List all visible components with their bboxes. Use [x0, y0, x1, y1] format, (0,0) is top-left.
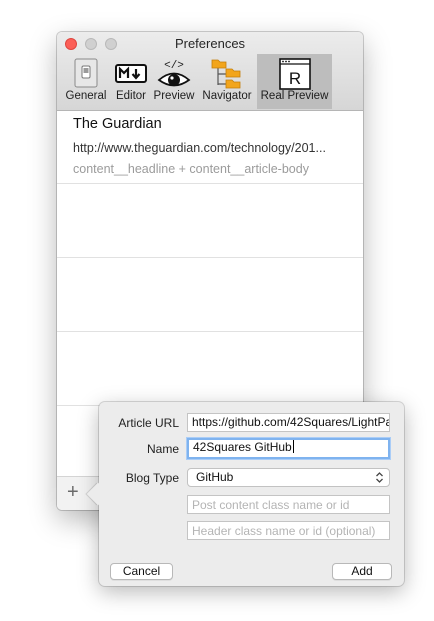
- blog-type-value: GitHub: [196, 470, 234, 484]
- title-bar: Preferences General Editor </> Preview N…: [57, 32, 363, 111]
- markdown-icon: [115, 57, 147, 94]
- site-title: The Guardian: [73, 116, 162, 132]
- general-switch-icon: [71, 57, 101, 94]
- tab-real-preview[interactable]: R Real Preview: [257, 54, 332, 109]
- blog-type-select[interactable]: GitHub: [187, 468, 390, 487]
- article-url-label: Article URL: [118, 416, 179, 430]
- add-button[interactable]: Add: [332, 563, 392, 580]
- tab-preview-label: Preview: [153, 90, 195, 102]
- empty-row: [57, 258, 363, 332]
- blog-type-label: Blog Type: [125, 471, 179, 485]
- up-down-arrows-icon: [376, 472, 383, 483]
- tab-real-preview-label: Real Preview: [260, 90, 329, 102]
- empty-row: [57, 332, 363, 406]
- post-class-field[interactable]: [187, 495, 390, 514]
- tab-navigator-label: Navigator: [202, 90, 252, 102]
- tab-editor-label: Editor: [115, 90, 147, 102]
- tab-editor[interactable]: Editor: [111, 54, 151, 109]
- tab-general[interactable]: General: [61, 54, 111, 109]
- add-site-button[interactable]: +: [67, 481, 79, 503]
- tab-preview[interactable]: </> Preview: [151, 54, 197, 109]
- svg-text:R: R: [288, 69, 300, 88]
- svg-text:</>: </>: [164, 60, 184, 72]
- tab-navigator[interactable]: Navigator: [198, 54, 256, 109]
- site-url: http://www.theguardian.com/technology/20…: [73, 141, 326, 155]
- name-field[interactable]: 42Squares GitHub: [187, 438, 390, 459]
- add-site-popover: Article URL https://github.com/42Squares…: [86, 402, 404, 586]
- name-field-value: 42Squares GitHub: [193, 440, 292, 454]
- cancel-button[interactable]: Cancel: [110, 563, 173, 580]
- tab-general-label: General: [65, 90, 107, 102]
- text-caret: [292, 440, 294, 453]
- empty-row: [57, 184, 363, 258]
- site-classes: content__headline + content__article-bod…: [73, 162, 309, 176]
- list-item[interactable]: The Guardian http://www.theguardian.com/…: [57, 110, 363, 184]
- window-title: Preferences: [174, 36, 246, 51]
- article-url-field[interactable]: https://github.com/42Squares/LightPa: [187, 413, 390, 432]
- header-class-field[interactable]: [187, 521, 390, 540]
- name-label: Name: [146, 442, 179, 456]
